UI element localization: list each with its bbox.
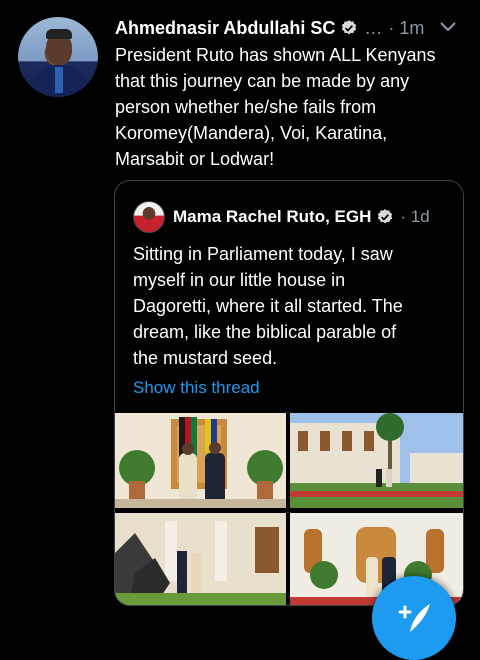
quoted-text-line: dream, like the biblical parable of — [133, 322, 397, 342]
avatar-tie — [55, 67, 63, 93]
tweet-text-line: person whether he/she fails from — [115, 97, 377, 117]
quoted-tweet-time: · 1d — [400, 207, 430, 226]
name-truncation: … — [364, 17, 383, 38]
quoted-text-line: myself in our little house in — [133, 270, 346, 290]
tweet-text-line: Koromey(Mandera), Voi, Karatina, — [115, 123, 388, 143]
quoted-author-name[interactable]: Mama Rachel Ruto, EGH — [173, 207, 371, 227]
photo-1[interactable] — [115, 413, 286, 508]
chevron-down-icon[interactable] — [438, 17, 458, 37]
avatar-hat — [46, 29, 72, 39]
quoted-tweet[interactable]: Mama Rachel Ruto, EGH · 1d Sitting in Pa… — [114, 180, 464, 606]
tweet-header: Ahmednasir Abdullahi SC … · 1m — [115, 17, 462, 39]
tweet-text-line: President Ruto has shown ALL Kenyans — [115, 45, 436, 65]
photo-2[interactable] — [290, 413, 463, 508]
compose-tweet-button[interactable] — [372, 576, 456, 660]
author-name[interactable]: Ahmednasir Abdullahi SC — [115, 18, 335, 39]
compose-tweet-icon — [398, 604, 430, 632]
tweet-text: President Ruto has shown ALL Kenyans tha… — [115, 42, 465, 172]
verified-badge-icon — [376, 208, 394, 226]
verified-badge-icon — [340, 19, 358, 37]
quoted-tweet-text: Sitting in Parliament today, I saw mysel… — [133, 241, 448, 371]
author-avatar[interactable] — [18, 17, 98, 97]
quoted-author-avatar[interactable] — [133, 201, 165, 233]
tweet-text-line: that this journey can be made by any — [115, 71, 410, 91]
show-thread-link[interactable]: Show this thread — [133, 378, 260, 398]
quoted-tweet-header: Mama Rachel Ruto, EGH · 1d — [133, 201, 430, 233]
photo-3[interactable] — [115, 513, 286, 605]
quoted-text-line: the mustard seed. — [133, 348, 278, 368]
tweet-time[interactable]: · 1m — [388, 18, 424, 39]
quoted-text-line: Dagoretti, where it all started. The — [133, 296, 403, 316]
quoted-text-line: Sitting in Parliament today, I saw — [133, 244, 393, 264]
tweet-text-line: Marsabit or Lodwar! — [115, 149, 275, 169]
